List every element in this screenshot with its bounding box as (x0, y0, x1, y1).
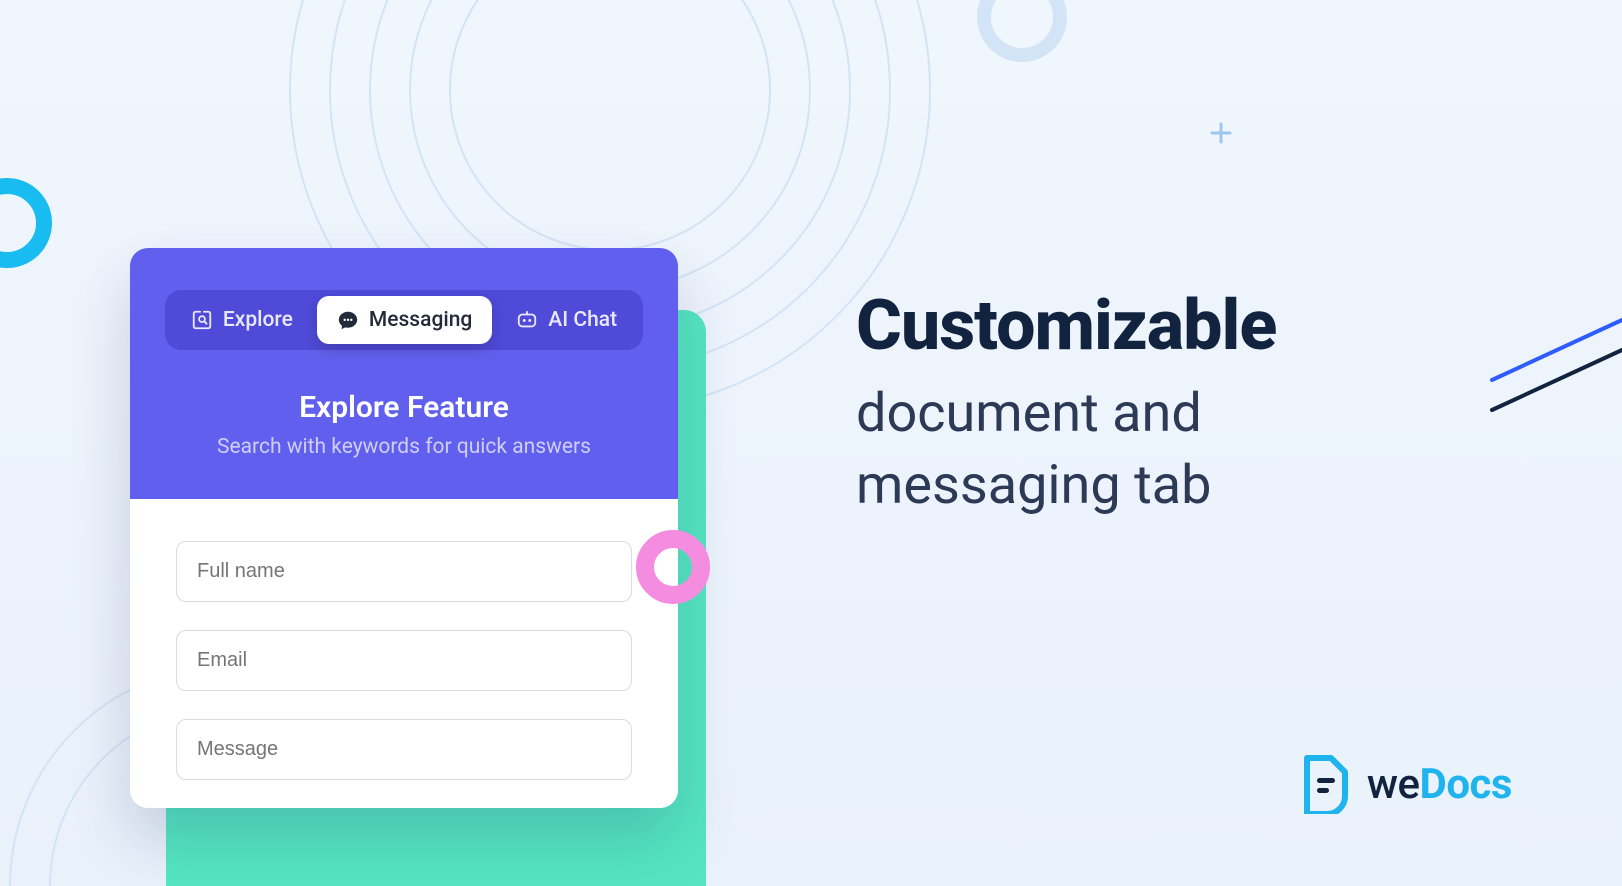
tab-ai-chat-label: AI Chat (548, 308, 617, 332)
assistant-widget: Explore Messaging AI Chat Explore Featur… (130, 248, 678, 808)
brand-suffix: Docs (1420, 760, 1512, 809)
headline-line: document and messaging tab (856, 378, 1442, 524)
wedocs-logo-icon (1299, 754, 1353, 814)
widget-body (130, 499, 678, 808)
headline: Customizable document and messaging tab (856, 290, 1442, 523)
headline-line2: messaging tab (856, 454, 1211, 517)
plus-icon (1210, 122, 1232, 144)
email-field[interactable] (176, 630, 632, 691)
explore-icon (191, 309, 213, 331)
headline-bold: Customizable (856, 290, 1442, 364)
ai-chat-icon (516, 309, 538, 331)
message-field[interactable] (176, 719, 632, 780)
brand-prefix: we (1367, 760, 1420, 809)
widget-title: Explore Feature (158, 390, 650, 425)
tab-explore[interactable]: Explore (171, 296, 313, 344)
headline-line1: document and (856, 382, 1202, 445)
tab-messaging[interactable]: Messaging (317, 296, 492, 344)
decorative-slash-lines (1472, 310, 1622, 434)
messaging-icon (337, 309, 359, 331)
tabbar: Explore Messaging AI Chat (165, 290, 643, 350)
decorative-ring-left (0, 178, 52, 268)
tab-messaging-label: Messaging (369, 308, 472, 332)
widget-subtitle: Search with keywords for quick answers (158, 435, 650, 459)
decorative-ring-top (977, 0, 1067, 62)
brand-text: weDocs (1367, 760, 1512, 809)
tab-explore-label: Explore (223, 308, 293, 332)
tab-ai-chat[interactable]: AI Chat (496, 296, 637, 344)
widget-header: Explore Messaging AI Chat Explore Featur… (130, 248, 678, 499)
promo-canvas: Explore Messaging AI Chat Explore Featur… (0, 0, 1622, 886)
brand: weDocs (1299, 754, 1512, 814)
full-name-field[interactable] (176, 541, 632, 602)
